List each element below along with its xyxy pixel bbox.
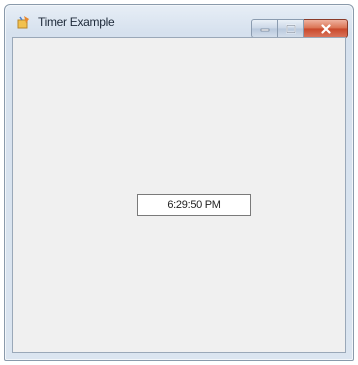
minimize-icon <box>260 28 269 31</box>
maximize-button[interactable] <box>278 19 304 38</box>
window-title: Timer Example <box>38 15 115 29</box>
time-label: 6:29:50 PM <box>137 194 251 216</box>
close-button[interactable] <box>304 19 348 38</box>
client-area: 6:29:50 PM <box>12 37 346 353</box>
app-window: Timer Example 6:29:50 PM <box>4 4 354 361</box>
maximize-icon <box>285 24 296 33</box>
title-bar[interactable]: Timer Example <box>5 5 353 38</box>
caption-buttons <box>251 19 348 38</box>
app-icon[interactable] <box>17 15 31 29</box>
minimize-button[interactable] <box>251 19 278 38</box>
close-icon <box>320 23 331 34</box>
